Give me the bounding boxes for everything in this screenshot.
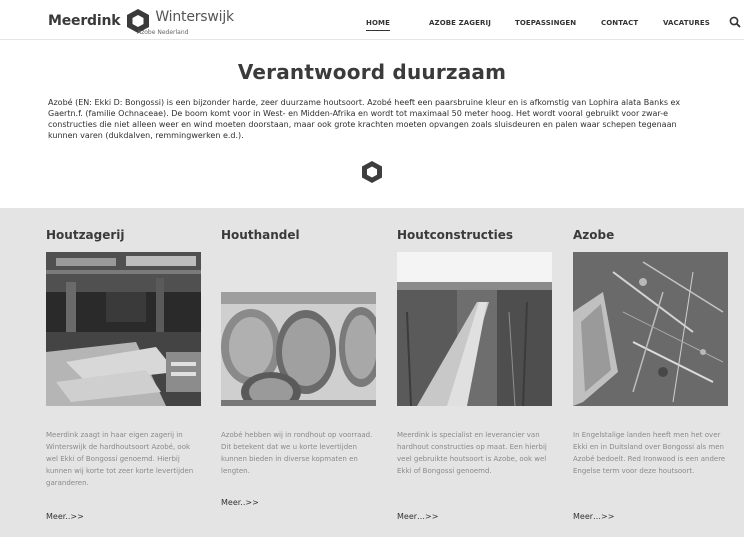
card-title: Houtzagerij	[46, 228, 125, 242]
card-description: Meerdink zaagt in haar eigen zagerij in …	[46, 431, 194, 487]
wood-chips-photo[interactable]	[573, 252, 728, 406]
nav-item-vacatures[interactable]: VACATURES	[663, 19, 710, 27]
card-title: Azobe	[573, 228, 615, 242]
card-description: In Engelstalige landen heeft men het ove…	[573, 431, 726, 475]
nav-item-toepassingen[interactable]: TOEPASSINGEN	[515, 19, 576, 27]
page-title: Verantwoord duurzaam	[237, 60, 507, 84]
nav-item-home[interactable]: HOME	[366, 19, 390, 31]
nav-item-azobe-zagerij[interactable]: AZOBE ZAGERIJ	[429, 19, 491, 27]
intro-paragraph: Azobé (EN: Ekki D: Bongossi) is een bijz…	[48, 98, 681, 140]
log-pile-photo[interactable]	[221, 252, 376, 406]
boardwalk-photo[interactable]	[397, 252, 552, 406]
card-description: Azobé hebben wij in rondhout op voorraad…	[221, 431, 373, 475]
read-more-link[interactable]: Meer…>>	[573, 512, 614, 521]
search-icon[interactable]	[729, 16, 741, 28]
card-title: Houthandel	[221, 228, 300, 242]
site-header: Meerdink Winterswijk Azobe Nederland HOM…	[0, 0, 744, 40]
services-section: Houtzagerij Meerdink zaagt in haar eigen…	[0, 208, 744, 537]
logo-text-winterswijk: Winterswijk	[155, 9, 234, 25]
hexagon-logo-icon	[362, 161, 382, 183]
nav-item-contact[interactable]: CONTACT	[601, 19, 638, 27]
card-title: Houtconstructies	[397, 228, 514, 242]
read-more-link[interactable]: Meer..>>	[46, 512, 84, 521]
logo-text-meerdink: Meerdink	[48, 13, 121, 29]
read-more-link[interactable]: Meer..>>	[221, 498, 259, 507]
sawmill-interior-photo[interactable]	[46, 252, 201, 406]
card-description: Meerdink is specialist en leverancier va…	[397, 431, 547, 475]
read-more-link[interactable]: Meer…>>	[397, 512, 438, 521]
logo-subtitle: Azobe Nederland	[137, 29, 189, 36]
